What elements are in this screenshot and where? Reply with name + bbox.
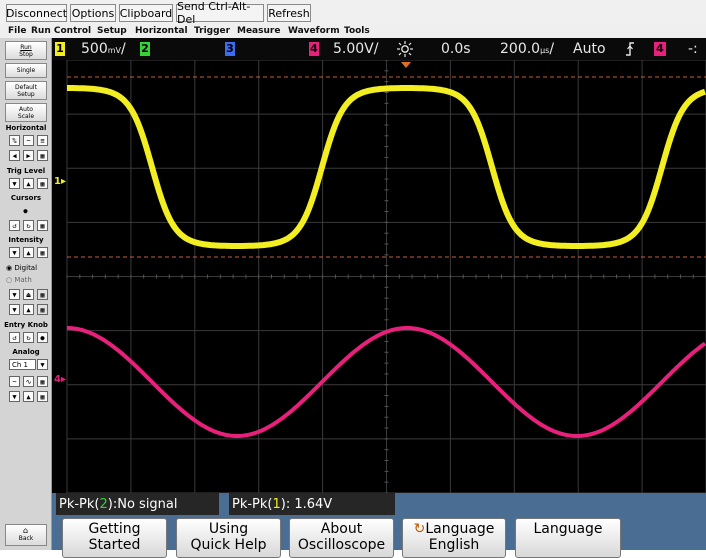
ch1-ground-marker[interactable]: 1▸	[54, 176, 66, 187]
analog-sine-icon[interactable]: ∿	[23, 376, 34, 387]
analog-menu-icon[interactable]: ▦	[37, 376, 48, 387]
trig-level-heading: Trig Level	[6, 167, 46, 175]
menu-run-control[interactable]: Run Control	[31, 24, 91, 38]
entry-ccw-icon[interactable]: ↺	[9, 332, 20, 343]
delay-readout[interactable]: 0.0s	[441, 42, 471, 57]
trigger-position-marker[interactable]	[401, 62, 411, 68]
brightness-icon[interactable]	[396, 40, 414, 57]
digital-menu-icon[interactable]: ▦	[37, 289, 48, 300]
menu-measure[interactable]: Measure	[237, 24, 280, 38]
language-softkey[interactable]: Language	[515, 518, 621, 558]
intensity-menu-icon[interactable]: ▦	[37, 247, 48, 258]
trig-level-menu-icon[interactable]: ▦	[37, 178, 48, 189]
clipboard-button[interactable]: Clipboard	[119, 4, 173, 22]
ch1-scale[interactable]: 500mV/	[81, 42, 126, 57]
ch2-indicator[interactable]: 2	[140, 42, 150, 56]
clipped-readout: -:	[688, 41, 698, 57]
remote-toolbar: Disconnect Options Clipboard Send Ctrl-A…	[0, 0, 706, 26]
ch3-indicator[interactable]: 3	[225, 42, 235, 56]
analog-grid-icon[interactable]: ▦	[37, 391, 48, 402]
horizontal-right-icon[interactable]: ▶	[23, 150, 34, 161]
chevron-down-icon[interactable]: ▼	[37, 359, 48, 370]
analog-up-icon[interactable]: ▲	[23, 391, 34, 402]
ch4-scale[interactable]: 5.00V/	[333, 42, 378, 57]
getting-started-softkey[interactable]: Getting Started	[62, 518, 167, 558]
intensity-down-icon[interactable]: ▼	[9, 247, 20, 258]
digital-radio[interactable]: ◉ Digital	[6, 264, 37, 272]
send-ctrl-alt-del-button[interactable]: Send Ctrl-Alt-Del	[176, 0, 264, 26]
ch4-ground-marker[interactable]: 4▸	[54, 374, 66, 385]
disconnect-button[interactable]: Disconnect	[6, 4, 67, 22]
quick-help-softkey[interactable]: Using Quick Help	[176, 518, 281, 558]
horizontal-zoom-icon[interactable]: %	[9, 135, 20, 146]
single-button[interactable]: Single	[5, 63, 47, 78]
menu-horizontal[interactable]: Horizontal	[135, 24, 188, 38]
measurement-ch2: Pk-Pk(2):No signal	[56, 493, 219, 515]
back-button[interactable]: ⌂ Back	[5, 524, 47, 546]
horizontal-heading: Horizontal	[5, 124, 47, 132]
options-button[interactable]: Options	[70, 4, 116, 22]
digital-eject-icon[interactable]: ⏏	[23, 289, 34, 300]
math-up-icon[interactable]: ▲	[23, 304, 34, 315]
auto-scale-button[interactable]: Auto Scale	[5, 103, 47, 122]
waveform-display[interactable]: 1▸ 4▸	[52, 60, 706, 493]
measurement-ch1: Pk-Pk(1): 1.64V	[229, 493, 395, 515]
refresh-button[interactable]: Refresh	[267, 4, 311, 22]
home-icon: ⌂	[23, 526, 29, 535]
cursors-heading: Cursors	[10, 194, 42, 202]
channel-status-bar: 1 500mV/ 2 3 4 5.00V/ 0.0s 200.0µs/ Auto…	[52, 38, 706, 60]
trig-level-down-icon[interactable]: ▼	[9, 178, 20, 189]
cursors-menu-icon[interactable]: ▦	[37, 220, 48, 231]
menu-setup[interactable]: Setup	[97, 24, 127, 38]
trigger-mode[interactable]: Auto	[573, 42, 606, 57]
intensity-heading: Intensity	[8, 236, 44, 244]
ch1-indicator[interactable]: 1	[55, 42, 65, 56]
timebase-readout[interactable]: 200.0µs/	[500, 42, 554, 57]
math-menu-icon[interactable]: ▦	[37, 304, 48, 315]
digital-down-icon[interactable]: ▼	[9, 289, 20, 300]
analog-heading: Analog	[12, 348, 40, 356]
entry-knob-icon: ↻	[413, 521, 426, 537]
entry-knob-heading: Entry Knob	[4, 321, 48, 329]
default-setup-button[interactable]: Default Setup	[5, 81, 47, 100]
ch4-indicator[interactable]: 4	[309, 42, 319, 56]
analog-down-icon[interactable]: ▼	[9, 391, 20, 402]
cursors-dot-icon[interactable]: ●	[20, 205, 31, 216]
analog-channel-select[interactable]: Ch 1	[9, 359, 36, 370]
math-down-icon[interactable]: ▼	[9, 304, 20, 315]
menu-tools[interactable]: Tools	[344, 24, 370, 38]
cursors-cw-icon[interactable]: ↻	[23, 220, 34, 231]
language-english-softkey[interactable]: ↻Language English	[402, 518, 506, 558]
trig-level-up-icon[interactable]: ▲	[23, 178, 34, 189]
front-panel-sidebar: Run Stop Single Default Setup Auto Scale Ho…	[0, 38, 52, 550]
entry-push-icon[interactable]: ●	[37, 332, 48, 343]
rising-edge-icon[interactable]	[624, 41, 636, 56]
horizontal-menu-icon[interactable]: ≡	[37, 135, 48, 146]
analog-wave-icon[interactable]: ~	[9, 376, 20, 387]
menu-bar: File Run Control Setup Horizontal Trigge…	[0, 24, 706, 38]
cursors-ccw-icon[interactable]: ↺	[9, 220, 20, 231]
run-stop-button[interactable]: Run Stop	[5, 41, 47, 60]
horizontal-wave-icon[interactable]: ~	[23, 135, 34, 146]
menu-file[interactable]: File	[8, 24, 26, 38]
menu-trigger[interactable]: Trigger	[194, 24, 230, 38]
about-oscilloscope-softkey[interactable]: About Oscilloscope	[289, 518, 394, 558]
trigger-source[interactable]: 4	[654, 42, 666, 56]
entry-cw-icon[interactable]: ↻	[23, 332, 34, 343]
math-radio[interactable]: ○ Math	[6, 276, 32, 284]
menu-waveform[interactable]: Waveform	[288, 24, 340, 38]
horizontal-grid-icon[interactable]: ▦	[37, 150, 48, 161]
intensity-up-icon[interactable]: ▲	[23, 247, 34, 258]
horizontal-left-icon[interactable]: ◀	[9, 150, 20, 161]
